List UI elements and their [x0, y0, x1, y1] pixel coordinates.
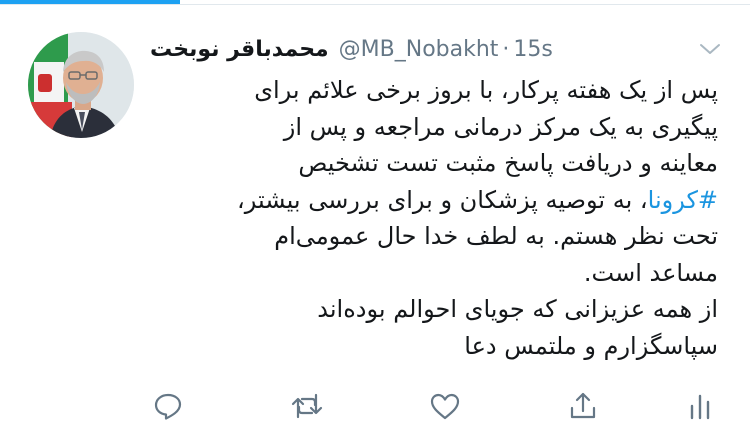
retweet-icon — [291, 393, 323, 419]
meta-separator: · — [502, 36, 510, 62]
like-button[interactable] — [425, 386, 465, 426]
author-handle[interactable]: @MB_Nobakht — [339, 37, 499, 62]
avatar-image — [28, 32, 134, 138]
chevron-down-icon — [700, 44, 720, 54]
tweet-menu-button[interactable] — [698, 38, 722, 60]
tweet-timestamp[interactable]: 15s — [513, 37, 552, 62]
tweet-line: تحت نظر هستم. به لطف خدا حال عمومی‌ام — [274, 222, 718, 250]
analytics-button[interactable] — [680, 386, 720, 426]
tweet-line: معاینه و دریافت پاسخ مثبت تست تشخیص — [298, 149, 718, 177]
heart-icon — [430, 393, 460, 420]
tweet-card: محمدباقر نوبخت @MB_Nobakht · 15s پس از ی… — [0, 0, 750, 441]
share-icon — [570, 392, 596, 419]
tweet-header: محمدباقر نوبخت @MB_Nobakht · 15s — [150, 34, 698, 64]
top-divider — [0, 4, 750, 5]
tweet-line: از همه عزیزانی که جویای احوالم بوده‌اند — [317, 295, 718, 323]
tweet-line: پیگیری به یک مرکز درمانی مراجعه و پس از — [283, 112, 718, 141]
analytics-icon — [690, 394, 710, 420]
tweet-actions — [0, 386, 750, 426]
tweet-line: مساعد است. — [583, 258, 718, 287]
tweet-line: پس از یک هفته پرکار، با بروز برخی علائم … — [254, 76, 718, 104]
reply-icon — [154, 393, 182, 420]
author-display-name[interactable]: محمدباقر نوبخت — [150, 37, 329, 62]
reply-button[interactable] — [148, 386, 188, 426]
tweet-text: پس از یک هفته پرکار، با بروز برخی علائم … — [150, 72, 718, 364]
share-button[interactable] — [563, 386, 603, 426]
retweet-button[interactable] — [287, 386, 327, 426]
avatar[interactable] — [28, 32, 134, 138]
tweet-line: سپاسگزارم و ملتمس دعا — [464, 331, 718, 360]
hashtag-link[interactable]: #کرونا — [648, 186, 718, 214]
tweet-line-text: ، به توصیه پزشکان و برای بررسی بیشتر، — [237, 185, 648, 214]
tweet-line: #کرونا، به توصیه پزشکان و برای بررسی بیش… — [150, 182, 718, 219]
